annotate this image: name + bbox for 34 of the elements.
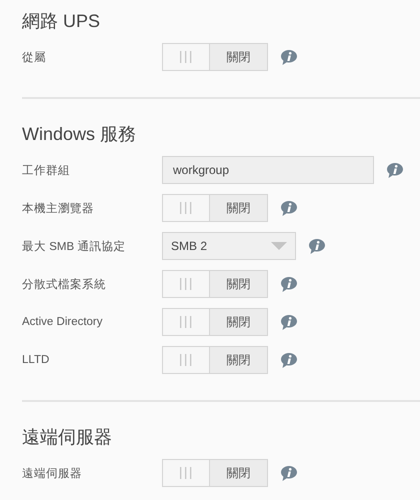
grip-icon	[180, 51, 192, 63]
section-title: 遠端伺服器	[22, 426, 113, 449]
info-icon[interactable]	[280, 48, 298, 66]
setting-label: 分散式檔案系統	[22, 277, 107, 292]
info-icon[interactable]	[280, 464, 298, 482]
grip-icon	[180, 354, 192, 366]
section-title: 網路 UPS	[22, 10, 102, 33]
section-title: Windows 服務	[22, 123, 138, 146]
info-icon[interactable]	[308, 238, 326, 254]
toggle-switch[interactable]: 關閉	[162, 270, 268, 298]
grip-icon	[180, 467, 192, 479]
info-icon[interactable]	[280, 200, 298, 216]
protocol-dropdown[interactable]: SMB 2	[162, 232, 296, 260]
info-icon[interactable]	[280, 314, 298, 330]
info-icon[interactable]	[386, 162, 404, 178]
setting-label: 最大 SMB 通訊協定	[22, 240, 126, 254]
grip-icon	[180, 316, 192, 328]
setting-label: 從屬	[22, 50, 47, 64]
toggle-switch[interactable]: 關閉	[162, 194, 268, 222]
caret-icon	[271, 242, 287, 250]
toggle-switch[interactable]: 關閉	[162, 308, 268, 336]
grip-icon	[180, 278, 192, 290]
setting-label: LLTD	[22, 354, 50, 366]
toggle-switch[interactable]: 關閉	[162, 459, 268, 487]
toggle-switch[interactable]: 關閉	[162, 346, 268, 374]
toggle-switch[interactable]: 關閉	[162, 43, 268, 71]
setting-label: 本機主瀏覽器	[22, 201, 95, 216]
setting-label: 遠端伺服器	[22, 466, 83, 480]
info-icon[interactable]	[280, 352, 298, 368]
setting-label: Active Directory	[22, 316, 104, 328]
info-icon[interactable]	[280, 276, 298, 292]
workgroup-field[interactable]: workgroup	[162, 156, 374, 184]
setting-label: 工作群組	[22, 164, 71, 178]
grip-icon	[180, 202, 192, 214]
